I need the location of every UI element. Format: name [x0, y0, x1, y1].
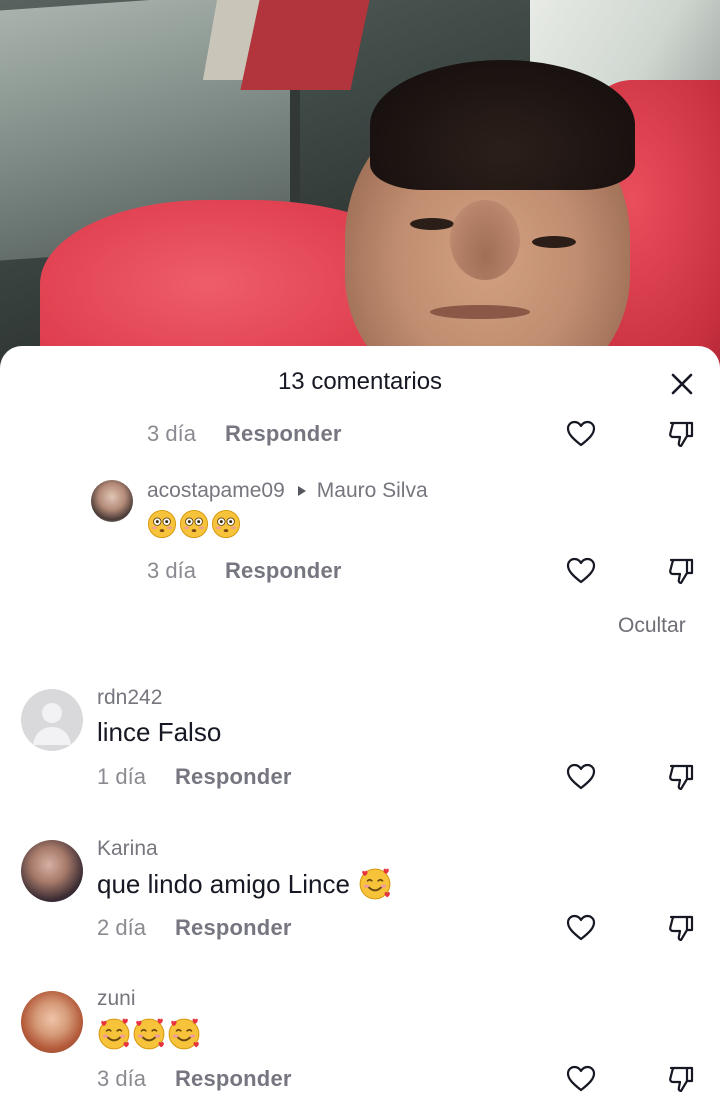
comment-username[interactable]: zuni — [97, 987, 136, 1011]
comment-username[interactable]: rdn242 — [97, 686, 162, 710]
reply-button[interactable]: Responder — [225, 421, 342, 447]
like-button[interactable] — [564, 760, 598, 794]
dislike-button[interactable] — [664, 911, 698, 945]
thumbs-down-icon — [669, 1066, 694, 1093]
thumbs-down-icon — [669, 764, 694, 791]
reply-button[interactable]: Responder — [175, 915, 292, 941]
reply-button[interactable]: Responder — [225, 558, 342, 584]
comment-emojis — [147, 509, 241, 539]
flushed-face-icon — [211, 509, 241, 539]
thumbs-down-icon — [669, 915, 694, 942]
reply-button[interactable]: Responder — [175, 1066, 292, 1092]
comment-meta: 3 día Responder — [147, 421, 342, 447]
avatar[interactable] — [21, 991, 83, 1053]
heart-icon — [566, 914, 596, 941]
comment-emojis — [97, 1017, 201, 1051]
dislike-button[interactable] — [664, 417, 698, 451]
comment-time: 3 día — [147, 421, 196, 446]
mouth — [430, 305, 530, 319]
avatar[interactable] — [91, 480, 133, 522]
close-icon — [671, 373, 693, 395]
comment-username[interactable]: Karina — [97, 837, 158, 861]
like-button[interactable] — [564, 911, 598, 945]
dislike-button[interactable] — [664, 1062, 698, 1096]
flushed-face-icon — [147, 509, 177, 539]
red-strip — [240, 0, 370, 90]
like-button[interactable] — [564, 554, 598, 588]
reply-target[interactable]: Mauro Silva — [317, 479, 428, 503]
left-eye — [410, 218, 454, 230]
smiling-face-with-hearts-icon — [98, 1018, 130, 1050]
right-eye — [532, 236, 576, 248]
like-button[interactable] — [564, 417, 598, 451]
comment-time: 2 día — [97, 915, 146, 940]
thumbs-down-icon — [669, 558, 694, 585]
reply-button[interactable]: Responder — [175, 764, 292, 790]
close-button[interactable] — [664, 366, 700, 402]
hide-replies-link[interactable]: Ocultar — [618, 614, 686, 638]
thumbs-down-icon — [669, 421, 694, 448]
comment-time: 1 día — [97, 764, 146, 789]
video-background[interactable] — [0, 0, 720, 380]
flushed-face-icon — [179, 509, 209, 539]
person-hair — [370, 60, 635, 190]
nose — [450, 200, 520, 280]
comment-meta: 2 día Responder — [97, 915, 292, 941]
comment-meta: 3 día Responder — [97, 1066, 292, 1092]
dislike-button[interactable] — [664, 554, 698, 588]
avatar[interactable] — [21, 840, 83, 902]
smiling-face-with-hearts-icon — [168, 1018, 200, 1050]
comment-text: lince Falso — [97, 717, 222, 747]
comment-username[interactable]: acostapame09 Mauro Silva — [147, 479, 428, 503]
comment-text: que lindo amigo Lince — [97, 868, 350, 899]
like-button[interactable] — [564, 1062, 598, 1096]
comment-meta: 1 día Responder — [97, 764, 292, 790]
smiling-face-with-hearts-icon — [133, 1018, 165, 1050]
reply-author[interactable]: acostapame09 — [147, 479, 285, 503]
heart-icon — [566, 420, 596, 447]
comment-time: 3 día — [97, 1066, 146, 1091]
avatar[interactable] — [21, 689, 83, 751]
smiling-face-with-hearts-icon — [359, 868, 391, 900]
comments-sheet: 13 comentarios 3 día Responder acostapam… — [0, 346, 720, 1104]
heart-icon — [566, 557, 596, 584]
comment-time: 3 día — [147, 558, 196, 583]
heart-icon — [566, 1065, 596, 1092]
comment-meta: 3 día Responder — [147, 558, 342, 584]
dislike-button[interactable] — [664, 760, 698, 794]
heart-icon — [566, 763, 596, 790]
comment-text-row: que lindo amigo Lince — [97, 867, 392, 901]
triangle-right-icon — [297, 486, 306, 496]
comments-count-title: 13 comentarios — [277, 368, 443, 395]
default-avatar-icon — [33, 703, 71, 745]
